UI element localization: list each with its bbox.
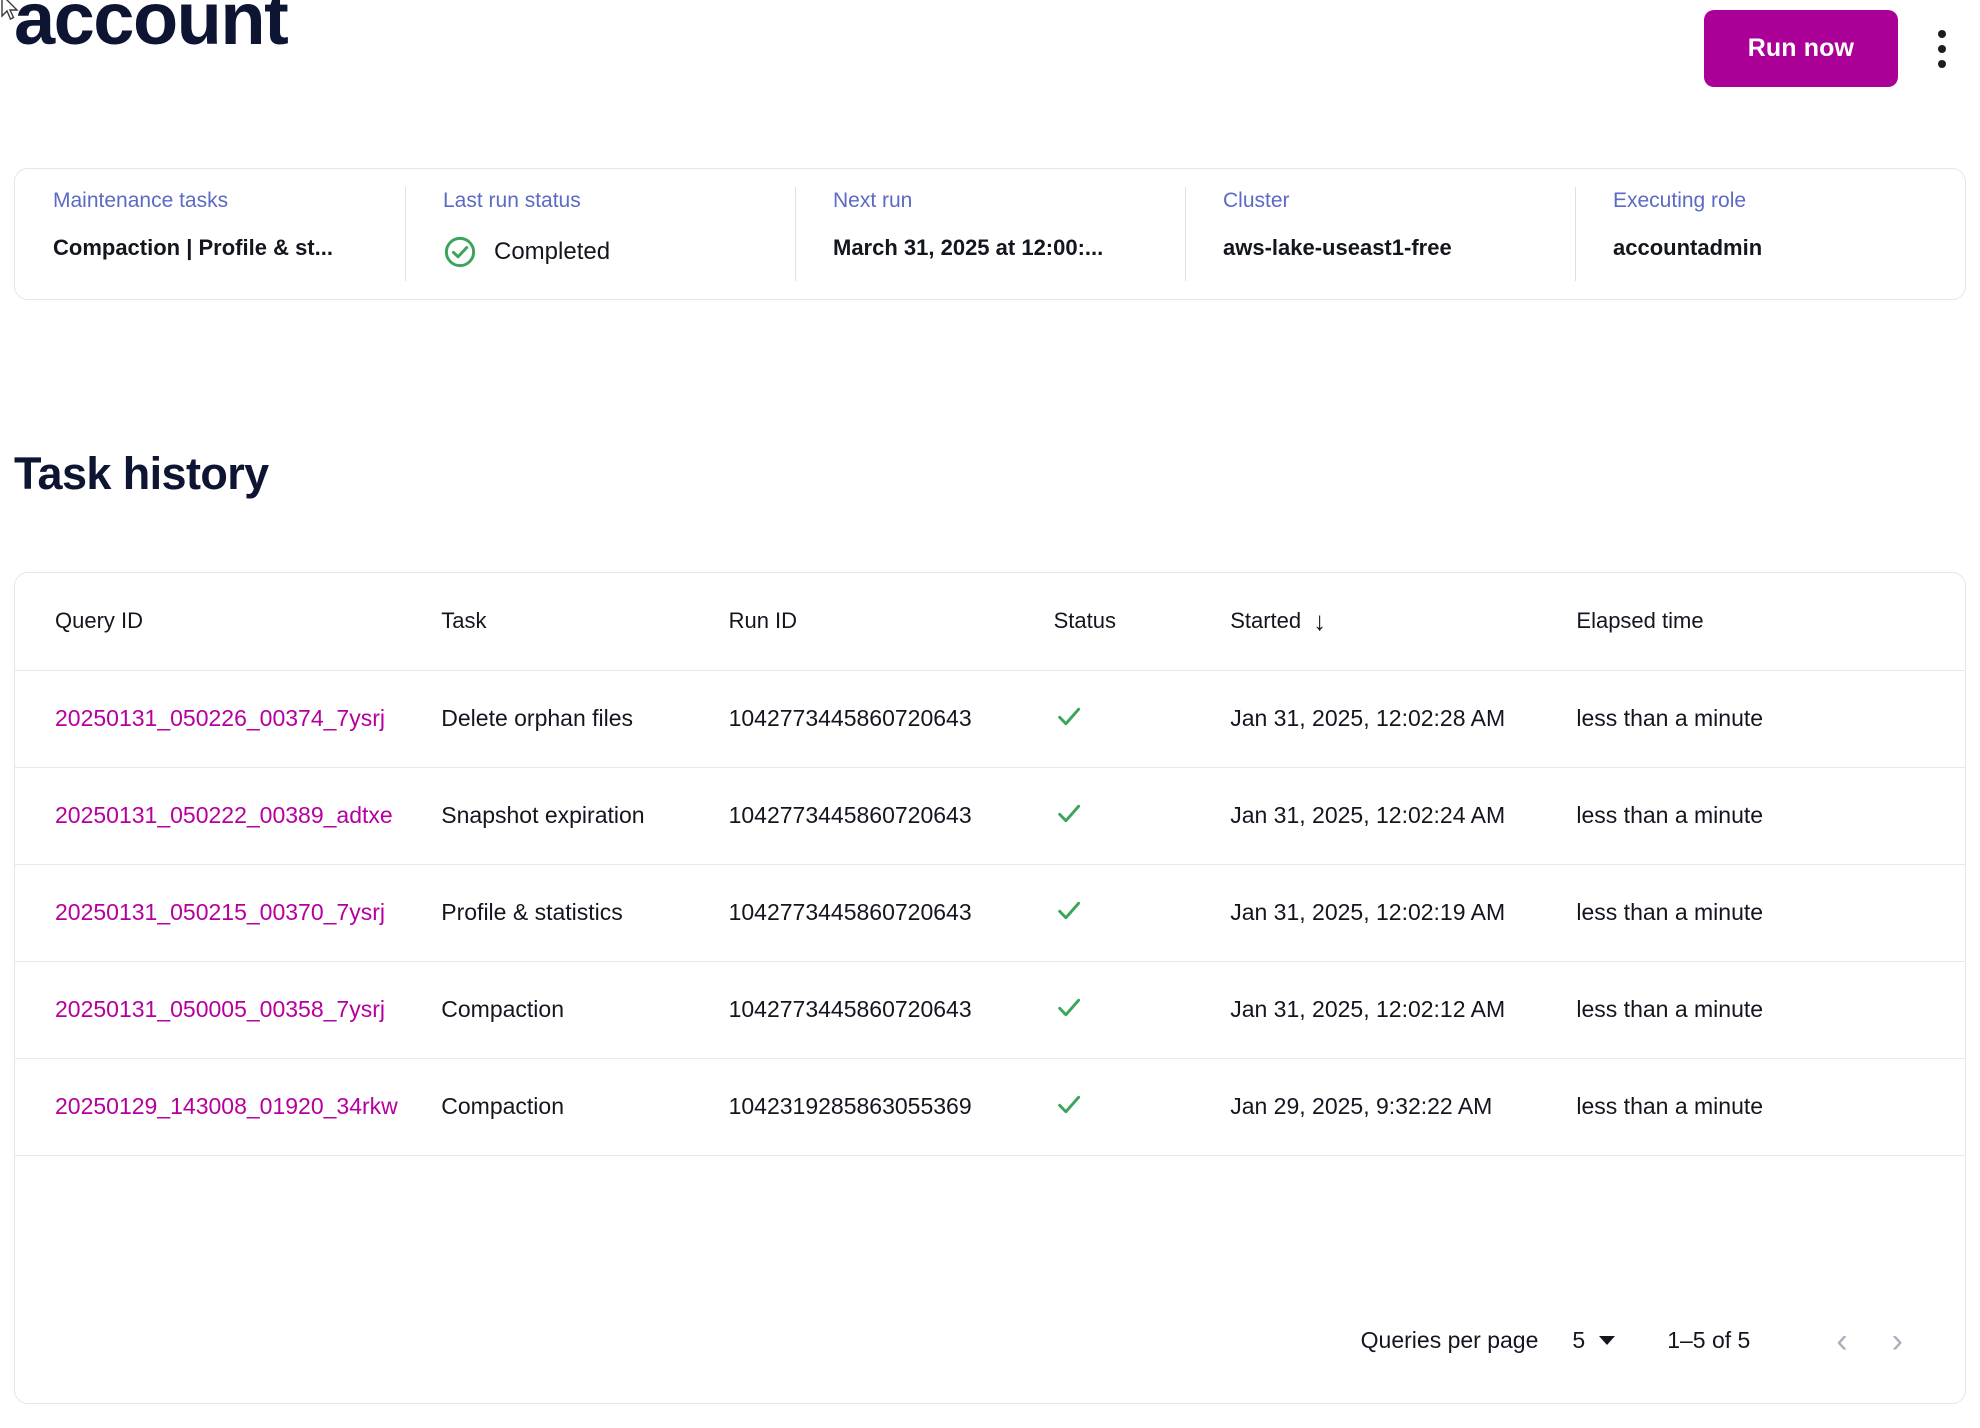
table-row: 20250129_143008_01920_34rkw Compaction 104… [15, 1058, 1965, 1156]
kebab-menu-icon[interactable] [1922, 19, 1962, 79]
check-icon [1057, 998, 1080, 1016]
cell-query-id: 20250131_050215_00370_7ysrj [15, 864, 442, 962]
cell-started: Jan 31, 2025, 12:02:12 AM [1230, 961, 1577, 1059]
sort-control-started[interactable]: Started ↓ [1230, 608, 1326, 634]
chevron-left-icon[interactable]: ‹ [1814, 1324, 1869, 1358]
page-header: account Run now [0, 0, 1980, 112]
run-now-button[interactable]: Run now [1703, 10, 1898, 87]
summary-item-last-run-status: Last run status Completed [405, 169, 795, 299]
summary-item-next-run: Next run March 31, 2025 at 12:00:... [795, 169, 1185, 299]
page-title: account [14, 0, 289, 60]
pagination-bar: Queries per page 5 1–5 of 5 ‹ › [15, 1278, 1965, 1403]
summary-label: Executing role [1613, 189, 1747, 212]
column-header-task[interactable]: Task [441, 573, 729, 671]
cell-elapsed-time: less than a minute [1576, 961, 1965, 1059]
sort-descending-icon: ↓ [1313, 606, 1327, 637]
status-badge: Completed [443, 235, 795, 269]
per-page-value: 5 [1572, 1327, 1586, 1353]
cell-task: Compaction [441, 1058, 729, 1156]
table-header-row: Query ID Task Run ID Status Started ↓ El… [15, 573, 1965, 671]
cell-started: Jan 31, 2025, 12:02:24 AM [1230, 767, 1577, 865]
cell-query-id: 20250131_050222_00389_adtxe [15, 767, 442, 865]
query-id-link[interactable]: 20250129_143008_01920_34rkw [55, 1093, 398, 1119]
column-header-started[interactable]: Started ↓ [1230, 573, 1577, 671]
per-page-select[interactable]: 5 [1572, 1327, 1616, 1354]
column-header-started-label: Started [1230, 608, 1302, 634]
per-page-label: Queries per page [1360, 1327, 1539, 1353]
cell-status [1053, 1058, 1231, 1156]
summary-value: Compaction | Profile & st... [53, 235, 333, 260]
cell-run-id: 1042773445860720643 [728, 767, 1054, 865]
summary-item-cluster: Cluster aws-lake-useast1-free [1185, 169, 1575, 299]
summary-value: aws-lake-useast1-free [1223, 235, 1452, 260]
table-row: 20250131_050005_00358_7ysrj Compaction 104… [15, 961, 1965, 1059]
cell-status [1053, 767, 1231, 865]
summary-item-maintenance-tasks: Maintenance tasks Compaction | Profile &… [15, 169, 405, 299]
cell-run-id: 1042773445860720643 [728, 961, 1054, 1059]
column-header-run-id[interactable]: Run ID [728, 573, 1054, 671]
column-header-query-id[interactable]: Query ID [15, 573, 442, 671]
query-id-link[interactable]: 20250131_050226_00374_7ysrj [55, 705, 385, 731]
kebab-dot [1938, 29, 1946, 38]
status-text: Completed [494, 238, 611, 265]
cell-run-id: 1042773445860720643 [728, 670, 1054, 768]
cell-task: Compaction [441, 961, 729, 1059]
summary-card: Maintenance tasks Compaction | Profile &… [14, 168, 1966, 300]
cell-status [1053, 864, 1231, 962]
cell-run-id: 1042773445860720643 [728, 864, 1054, 962]
check-icon [1057, 1095, 1080, 1113]
task-history-table-card: Query ID Task Run ID Status Started ↓ El… [14, 572, 1966, 1404]
cell-status [1053, 961, 1231, 1059]
query-id-link[interactable]: 20250131_050215_00370_7ysrj [55, 899, 385, 925]
cell-status [1053, 670, 1231, 768]
cell-query-id: 20250129_143008_01920_34rkw [15, 1058, 442, 1156]
summary-label: Cluster [1223, 189, 1290, 212]
summary-value: accountadmin [1613, 235, 1763, 260]
cell-elapsed-time: less than a minute [1576, 767, 1965, 865]
cell-task: Profile & statistics [441, 864, 729, 962]
task-history-table: Query ID Task Run ID Status Started ↓ El… [15, 573, 1965, 1156]
kebab-dot [1938, 59, 1946, 68]
cell-elapsed-time: less than a minute [1576, 1058, 1965, 1156]
check-icon [1057, 804, 1080, 822]
cell-task: Snapshot expiration [441, 767, 729, 865]
summary-label: Last run status [443, 189, 581, 212]
table-row: 20250131_050222_00389_adtxe Snapshot expi… [15, 767, 1965, 865]
cell-run-id: 1042319285863055369 [728, 1058, 1054, 1156]
table-row: 20250131_050215_00370_7ysrj Profile & sta… [15, 864, 1965, 962]
query-id-link[interactable]: 20250131_050005_00358_7ysrj [55, 996, 385, 1022]
cell-started: Jan 31, 2025, 12:02:28 AM [1230, 670, 1577, 768]
cell-elapsed-time: less than a minute [1576, 670, 1965, 768]
chevron-down-icon [1599, 1336, 1616, 1345]
table-body: 20250131_050226_00374_7ysrj Delete orphan… [15, 670, 1965, 1156]
header-actions: Run now [1703, 10, 1962, 87]
summary-label: Maintenance tasks [53, 189, 229, 212]
cell-started: Jan 31, 2025, 12:02:19 AM [1230, 864, 1577, 962]
cell-started: Jan 29, 2025, 9:32:22 AM [1230, 1058, 1577, 1156]
check-circle-icon [444, 236, 476, 268]
table-header: Query ID Task Run ID Status Started ↓ El… [15, 573, 1965, 671]
cell-query-id: 20250131_050005_00358_7ysrj [15, 961, 442, 1059]
cell-query-id: 20250131_050226_00374_7ysrj [15, 670, 442, 768]
summary-value: March 31, 2025 at 12:00:... [833, 235, 1104, 260]
cell-elapsed-time: less than a minute [1576, 864, 1965, 962]
cell-task: Delete orphan files [441, 670, 729, 768]
summary-label: Next run [833, 189, 913, 212]
page-root: account Run now Maintenance tasks Compac… [0, 0, 1980, 1428]
query-id-link[interactable]: 20250131_050222_00389_adtxe [55, 802, 393, 828]
table-row: 20250131_050226_00374_7ysrj Delete orphan… [15, 670, 1965, 768]
summary-item-executing-role: Executing role accountadmin [1575, 169, 1965, 299]
column-header-elapsed-time[interactable]: Elapsed time [1576, 573, 1965, 671]
column-header-status[interactable]: Status [1053, 573, 1231, 671]
check-icon [1057, 707, 1080, 725]
check-icon [1057, 901, 1080, 919]
task-history-heading: Task history [14, 448, 269, 499]
chevron-right-icon[interactable]: › [1870, 1324, 1925, 1358]
pagination-range: 1–5 of 5 [1667, 1327, 1751, 1353]
kebab-dot [1938, 44, 1946, 53]
